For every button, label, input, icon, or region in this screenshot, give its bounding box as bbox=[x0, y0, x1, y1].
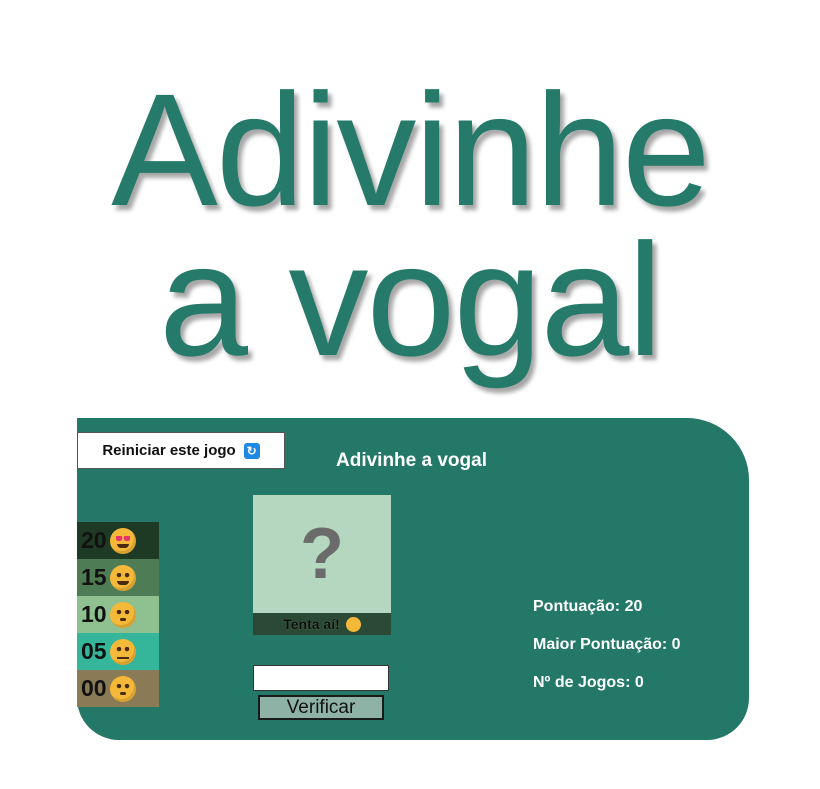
score-value: 00 bbox=[81, 675, 107, 701]
score-value: 10 bbox=[81, 601, 107, 627]
games-count-stat: Nº de Jogos: 0 bbox=[533, 674, 644, 691]
verify-button[interactable]: Verificar bbox=[258, 695, 384, 720]
hint-bar: Tenta aí! bbox=[253, 613, 391, 635]
score-value: 15 bbox=[81, 564, 107, 590]
heart-eyes-emoji-icon bbox=[109, 527, 136, 554]
score-row-00: 00 bbox=[77, 670, 159, 707]
score-row-05: 05 bbox=[77, 633, 159, 670]
score-value: 05 bbox=[81, 638, 107, 664]
neutral-emoji-icon bbox=[109, 638, 136, 665]
hint-text: Tenta aí! bbox=[283, 616, 340, 632]
grinning-emoji-icon bbox=[109, 564, 136, 591]
score-row-20: 20 bbox=[77, 522, 159, 559]
score-stat: Pontuação: 20 bbox=[533, 598, 643, 615]
smiling-emoji-icon bbox=[109, 601, 136, 628]
question-mark: ? bbox=[300, 514, 344, 594]
score-value: 20 bbox=[81, 527, 107, 553]
winking-emoji-icon bbox=[345, 616, 361, 632]
reset-button-label: Reiniciar este jogo bbox=[102, 442, 236, 459]
reset-game-button[interactable]: Reiniciar este jogo ↻ bbox=[77, 432, 285, 469]
score-legend: 20 15 10 05 00 bbox=[77, 522, 159, 707]
hero-title-line1: Adivinhe bbox=[111, 60, 711, 239]
panel-title: Adivinhe a vogal bbox=[336, 450, 487, 471]
score-row-15: 15 bbox=[77, 559, 159, 596]
repeat-icon: ↻ bbox=[243, 442, 260, 459]
game-panel: Reiniciar este jogo ↻ Adivinhe a vogal 2… bbox=[77, 418, 749, 740]
score-row-10: 10 bbox=[77, 596, 159, 633]
stats-panel: Pontuação: 20 Maior Pontuação: 0 Nº de J… bbox=[533, 598, 681, 712]
high-score-stat: Maior Pontuação: 0 bbox=[533, 636, 681, 653]
flushed-emoji-icon bbox=[109, 675, 136, 702]
answer-input[interactable] bbox=[253, 665, 389, 691]
hero-title-line2: a vogal bbox=[159, 210, 663, 389]
